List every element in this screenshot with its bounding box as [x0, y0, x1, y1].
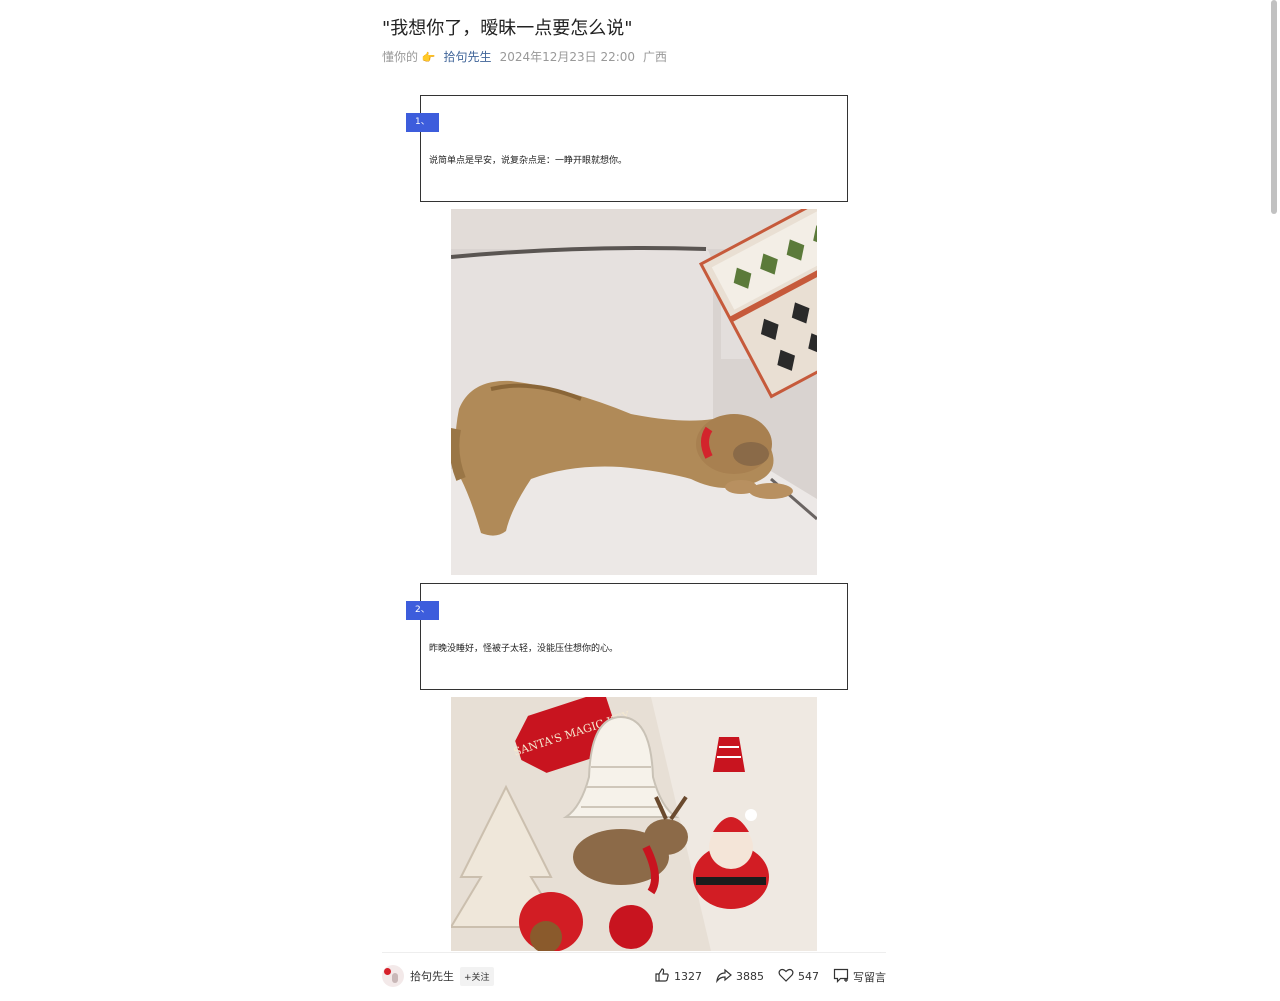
heart-icon [778, 967, 794, 986]
bottom-action-bar: 拾句先生 +关注 1327 3885 547 写留言 [382, 952, 886, 1001]
section-box-2: 2、 昨晚没睡好，怪被子太轻，没能压住想你的心。 [406, 583, 848, 690]
section-text-1: 说简单点是早安，说复杂点是：一睁开眼就想你。 [429, 156, 628, 166]
author-avatar[interactable] [382, 965, 404, 987]
scrollbar-thumb[interactable] [1271, 0, 1277, 214]
pointing-hand-icon: 👉 [421, 51, 436, 64]
bottom-author: 拾句先生 +关注 [382, 965, 494, 987]
page-scrollbar[interactable] [1268, 0, 1280, 1000]
like-count: 1327 [674, 970, 702, 983]
meta-location: 广西 [643, 50, 668, 64]
follow-button[interactable]: +关注 [460, 966, 494, 986]
share-arrow-icon [716, 967, 732, 986]
bottom-author-name[interactable]: 拾句先生 [410, 968, 454, 984]
share-count: 3885 [736, 970, 764, 983]
article-photo-christmas-ornaments[interactable]: SANTA'S MAGIC KEY [451, 697, 817, 951]
share-button[interactable]: 3885 [716, 967, 764, 986]
write-comment-button[interactable]: 写留言 [833, 967, 886, 986]
thumbs-up-icon [654, 967, 670, 986]
meta-author-link[interactable]: 拾句先生 [444, 48, 492, 65]
article-meta: 懂你的 👉 拾句先生 2024年12月23日 22:00 广西 [382, 48, 667, 65]
comment-label: 写留言 [853, 970, 886, 984]
section-box-1: 1、 说简单点是早安，说复杂点是：一睁开眼就想你。 [406, 95, 848, 202]
meta-datetime: 2024年12月23日 22:00 [499, 50, 636, 64]
article-photo-lion-cub[interactable] [451, 209, 817, 575]
section-number-2: 2、 [406, 601, 439, 620]
section-text-2: 昨晚没睡好，怪被子太轻，没能压住想你的心。 [429, 644, 619, 654]
article-title: "我想你了，暧昧一点要怎么说" [382, 18, 633, 39]
comment-icon [833, 967, 849, 986]
meta-channel[interactable]: 懂你的 👉 [382, 48, 436, 65]
like-button[interactable]: 1327 [654, 967, 702, 986]
section-number-1: 1、 [406, 113, 439, 132]
favorite-count: 547 [798, 970, 819, 983]
bottom-actions: 1327 3885 547 写留言 [654, 967, 886, 986]
favorite-button[interactable]: 547 [778, 967, 819, 986]
